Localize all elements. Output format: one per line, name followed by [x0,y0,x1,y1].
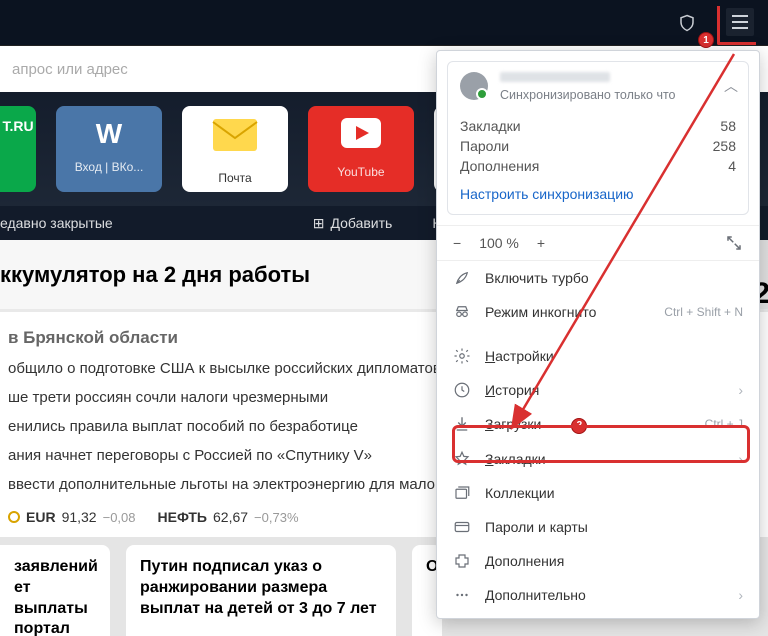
zoom-controls: − 100 % + [437,225,759,261]
menu-passwords[interactable]: Пароли и карты [437,510,759,544]
card-icon [453,518,471,536]
incognito-icon [453,303,471,321]
mail-icon [212,118,258,161]
menu-downloads[interactable]: Загрузки 2 Ctrl + J [437,407,759,442]
address-placeholder: апрос или адрес [12,61,128,78]
chevron-right-icon: › [738,382,743,398]
menu-more[interactable]: Дополнительно › [437,578,759,612]
hamburger-annotation [717,6,756,45]
main-menu-button[interactable] [726,8,754,36]
collections-icon [453,484,471,502]
menu-settings[interactable]: Настройки [437,339,759,373]
menu-turbo[interactable]: Включить турбо [437,261,759,295]
tile-vk[interactable]: W Вход | ВКо... [56,106,162,192]
tile-youtube[interactable]: YouTube [308,106,414,192]
fullscreen-icon[interactable] [725,234,743,252]
recently-closed[interactable]: едавно закрытые [0,215,113,231]
account-name-blurred [500,72,610,82]
tile-mail[interactable]: Почта [182,106,288,192]
browser-titlebar: 1 [0,0,768,46]
puzzle-icon [453,552,471,570]
history-icon [453,381,471,399]
sync-ok-icon [476,88,488,100]
menu-addons[interactable]: Дополнения [437,544,759,578]
zoom-value: 100 % [479,235,519,251]
chevron-up-icon[interactable]: ︿ [724,76,738,96]
configure-sync-link[interactable]: Настроить синхронизацию [460,186,634,202]
chevron-right-icon: › [738,587,743,603]
menu-incognito[interactable]: Режим инкогнито Ctrl + Shift + N [437,295,759,329]
sync-row: Закладки58 [460,116,736,136]
star-icon [453,450,471,468]
vk-icon: W [96,118,122,150]
zoom-out-button[interactable]: − [453,235,461,251]
tile-textru[interactable]: T.RU [0,106,36,192]
dots-icon [453,586,471,604]
sync-status-box[interactable]: Синхронизировано только что ︿ Закладки58… [447,61,749,215]
menu-collections[interactable]: Коллекции [437,476,759,510]
rocket-icon [453,269,471,287]
download-icon [453,415,471,433]
main-menu-panel: Синхронизировано только что ︿ Закладки58… [436,50,760,619]
sync-status: Синхронизировано только что [500,88,736,102]
news-card[interactable]: Путин подписал указ о ранжировании разме… [126,545,396,636]
shield-icon[interactable] [678,14,696,32]
plus-icon: ⊞ [313,215,325,232]
annotation-badge-1: 1 [698,32,714,48]
sync-row: Пароли258 [460,136,736,156]
dot-icon [8,511,20,523]
menu-bookmarks[interactable]: Закладки › [437,442,759,476]
menu-history[interactable]: История › [437,373,759,407]
youtube-icon [341,118,381,155]
sync-row: Дополнения4 [460,156,736,176]
add-tile[interactable]: ⊞ Добавить [313,215,393,232]
gear-icon [453,347,471,365]
annotation-badge-2: 2 [571,418,587,434]
chevron-right-icon: › [738,451,743,467]
news-card[interactable]: заявлений ет выплаты портал [0,545,110,636]
zoom-in-button[interactable]: + [537,235,545,251]
